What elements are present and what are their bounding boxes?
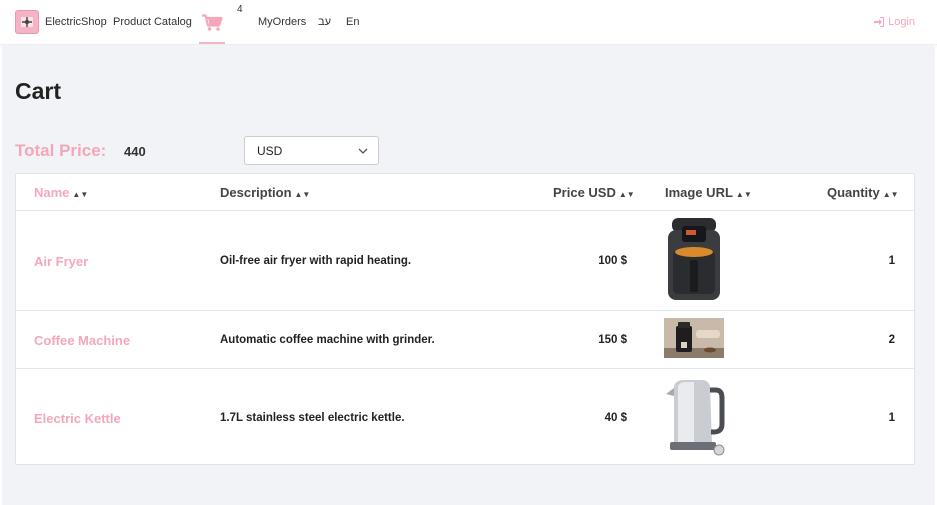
product-quantity: 1 [888,255,895,267]
sort-icon: ▲▼ [882,190,899,199]
login-button[interactable]: Login [874,16,915,28]
top-navbar: ElectricShop Product Catalog 4 MyOrders … [0,0,937,45]
column-header-description-label: Description [220,185,292,200]
product-price: 150 $ [598,334,627,346]
product-description: Oil-free air fryer with rapid heating. [220,255,412,267]
shopping-cart-icon [202,14,223,31]
cart-count-badge: 4 [237,4,243,15]
cart-active-indicator [199,42,225,44]
product-price: 40 $ [604,412,627,424]
header-divider [16,210,914,211]
column-header-quantity[interactable]: Quantity ▲▼ [827,185,899,200]
product-description: 1.7L stainless steel electric kettle. [220,412,405,424]
coffee-machine-image [664,318,724,363]
column-header-description[interactable]: Description ▲▼ [220,185,310,200]
brand-link[interactable]: ElectricShop [45,16,107,28]
column-header-image[interactable]: Image URL ▲▼ [665,185,752,200]
product-name-link[interactable]: Air Fryer [34,254,88,269]
row-divider [16,368,914,369]
air-fryer-image [664,216,724,307]
column-header-quantity-label: Quantity [827,185,880,200]
brand-logo-icon[interactable] [15,10,39,34]
page-title: Cart [15,78,62,104]
language-hebrew[interactable]: עב [318,16,331,28]
product-quantity: 1 [888,412,895,424]
language-english[interactable]: En [346,16,359,28]
sort-icon: ▲▼ [618,190,635,199]
cart-button[interactable] [199,10,225,44]
column-header-price-label: Price USD [553,185,616,200]
column-header-price[interactable]: Price USD ▲▼ [553,185,635,200]
row-divider [16,310,914,311]
column-header-name-label: Name [34,185,70,200]
currency-selected-value: USD [257,144,283,158]
product-name-link[interactable]: Electric Kettle [34,411,121,426]
nav-product-catalog[interactable]: Product Catalog [113,16,192,28]
sign-in-icon [874,17,885,27]
column-header-name[interactable]: Name ▲▼ [34,185,88,200]
chevron-down-icon [358,148,368,154]
currency-select[interactable]: USD [244,136,379,165]
product-price: 100 $ [598,255,627,267]
sort-icon: ▲▼ [72,190,89,199]
total-price-value: 440 [124,144,146,159]
product-quantity: 2 [888,334,895,346]
sort-icon: ▲▼ [735,190,752,199]
nav-my-orders[interactable]: MyOrders [258,16,306,28]
login-label: Login [888,16,915,28]
sort-icon: ▲▼ [294,190,311,199]
electric-kettle-image [664,376,726,461]
total-price-label: Total Price: [15,141,107,160]
product-description: Automatic coffee machine with grinder. [220,334,435,346]
main-content: Cart Total Price: 440 USD Name ▲▼ Descrip… [2,45,935,505]
column-header-image-label: Image URL [665,185,733,200]
product-name-link[interactable]: Coffee Machine [34,333,130,348]
cart-table: Name ▲▼ Description ▲▼ Price USD ▲▼ Image U… [15,173,915,465]
